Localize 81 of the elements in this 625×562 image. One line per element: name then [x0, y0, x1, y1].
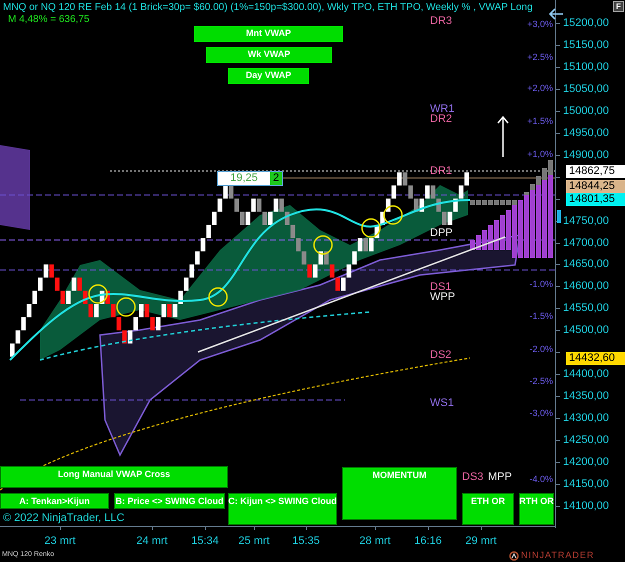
percent-label: -1.0%: [528, 279, 553, 289]
signal-button[interactable]: Long Manual VWAP Cross: [0, 466, 228, 488]
price-label: 14700,00: [563, 236, 609, 248]
pivot-label: DS3: [462, 472, 484, 483]
pivot-label: WR1: [430, 104, 454, 115]
time-label: 15:35: [292, 535, 320, 547]
price-label: 14150,00: [563, 478, 609, 490]
price-marker: 14801,35: [566, 193, 625, 206]
pivot-label: DR3: [430, 16, 452, 27]
price-marker: 14432,60: [566, 352, 625, 365]
percent-label: +1,0%: [526, 149, 553, 159]
pivot-label: DR1: [430, 166, 452, 177]
price-label: 15050,00: [563, 82, 609, 95]
time-label: 15:34: [191, 535, 219, 547]
vwap-button[interactable]: Day VWAP: [228, 68, 309, 84]
price-label: 14200,00: [563, 456, 609, 468]
pivot-label: DR2: [430, 114, 452, 125]
percent-label: +2.5%: [526, 52, 553, 62]
signal-button[interactable]: C: Kijun <> SWING Cloud: [228, 493, 337, 525]
price-label: 15150,00: [563, 38, 609, 51]
f-button[interactable]: F: [613, 1, 624, 12]
price-marker: 14844,25: [566, 180, 625, 193]
chart-subtitle: M 4,48% = 636,75: [8, 14, 90, 26]
position-count: 2: [270, 172, 282, 185]
percent-label: -2.5%: [528, 376, 553, 386]
percent-label: +1.5%: [526, 116, 553, 126]
pivot-label: WS1: [430, 398, 454, 409]
signal-circle: [313, 235, 333, 255]
pivot-label: DS2: [430, 350, 452, 361]
percent-label: -3,0%: [528, 408, 553, 418]
pivot-label: DS1: [430, 282, 452, 293]
vwap-button[interactable]: Mnt VWAP: [194, 26, 343, 42]
signal-circle: [116, 297, 136, 317]
percent-label: -2.0%: [528, 344, 553, 354]
pivot-label: WPP: [430, 292, 456, 303]
price-label: 14950,00: [563, 126, 609, 139]
signal-circle: [208, 287, 228, 307]
time-label: 29 mrt: [465, 535, 497, 547]
price-label: 15200,00: [563, 17, 609, 29]
copyright-text: © 2022 NinjaTrader, LLC: [3, 512, 124, 524]
price-label: 15100,00: [563, 60, 609, 73]
vwap-button[interactable]: Wk VWAP: [206, 47, 332, 63]
price-label: 14500,00: [563, 324, 609, 336]
price-label: 14100,00: [563, 500, 609, 512]
price-marker: 14862,75: [566, 165, 625, 178]
signal-circle: [361, 218, 381, 238]
percent-label: +2,0%: [526, 83, 553, 93]
price-label: 14650,00: [563, 258, 609, 270]
price-label: 15000,00: [563, 104, 609, 117]
pivot-label: MPP: [488, 472, 512, 483]
signal-button[interactable]: RTH OR: [519, 493, 554, 525]
logo-icon: [509, 551, 519, 561]
percent-label: +3,0%: [526, 19, 553, 29]
logo-text: NINJATRADER: [521, 550, 594, 561]
up-arrow-icon: [497, 115, 509, 157]
signal-button[interactable]: A: Tenkan>Kijun: [0, 493, 109, 509]
price-label: 14750,00: [563, 214, 609, 227]
time-label: 25 mrt: [238, 535, 270, 547]
price-label: 14250,00: [563, 434, 609, 446]
back-arrow-icon[interactable]: [548, 8, 564, 20]
price-label: 14550,00: [563, 302, 609, 314]
signal-circle: [88, 284, 108, 304]
chart-title: MNQ or NQ 120 RE Feb 14 (1 Brick=30p= $60.00) (1%=150p=$300.00), Wkly TPO, ETH TPO, Weekly % , VWAP Long: [3, 2, 533, 14]
pivot-label: DPP: [430, 228, 453, 239]
position-value: 19,25: [218, 172, 270, 185]
percent-label: -1.5%: [528, 311, 553, 321]
time-label: 24 mrt: [136, 535, 168, 547]
time-label: 28 mrt: [359, 535, 391, 547]
price-label: 14300,00: [563, 412, 609, 424]
signal-circle: [383, 205, 403, 225]
percent-label: -4.0%: [528, 474, 553, 484]
price-label: 14900,00: [563, 148, 609, 161]
signal-button[interactable]: B: Price <> SWING Cloud: [114, 493, 225, 509]
price-label: 14400,00: [563, 368, 609, 380]
signal-button[interactable]: ETH OR: [462, 493, 514, 525]
time-label: 23 mrt: [44, 535, 76, 547]
level-marker: [557, 210, 561, 223]
price-label: 14600,00: [563, 280, 609, 292]
signal-button[interactable]: MOMENTUM: [342, 467, 457, 520]
price-label: 14350,00: [563, 390, 609, 402]
time-label: 16:16: [414, 535, 442, 547]
